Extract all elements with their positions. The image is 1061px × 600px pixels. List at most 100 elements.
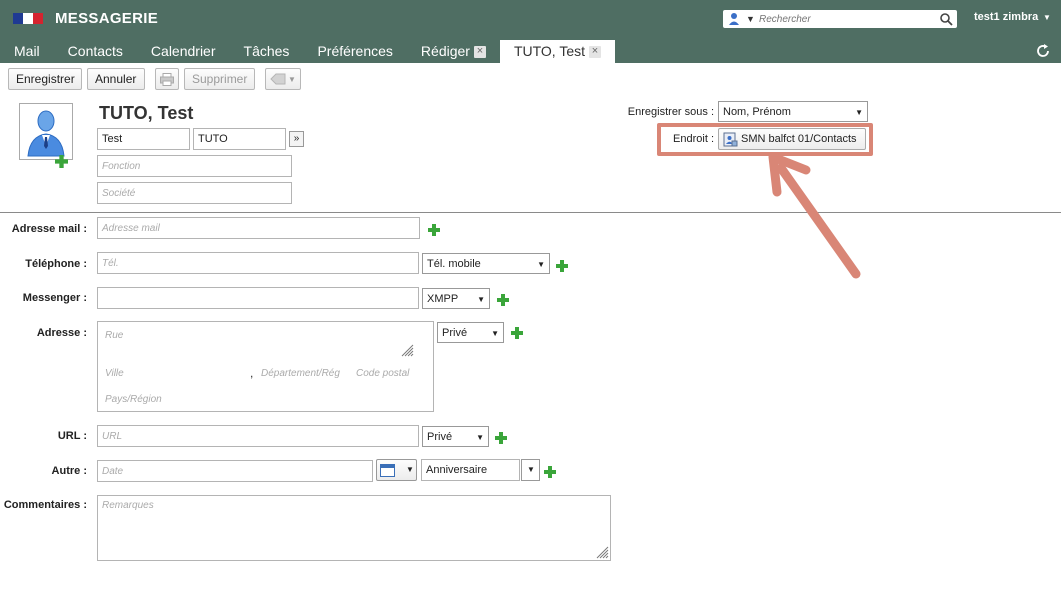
person-icon	[27, 110, 65, 157]
other-type-field[interactable]: Anniversaire	[421, 459, 520, 481]
chevron-down-icon: ▼	[406, 465, 414, 474]
comments-label: Commentaires :	[3, 499, 87, 511]
cancel-button[interactable]: Annuler	[87, 68, 145, 90]
messenger-type-select[interactable]: XMPP ▼	[422, 288, 490, 309]
tab-label: Contacts	[67, 43, 123, 59]
location-button[interactable]: SMN balfct 01/Contacts	[718, 128, 866, 150]
calendar-button[interactable]: ▼	[376, 459, 417, 481]
location-label: Endroit :	[673, 133, 714, 145]
address-type-select[interactable]: Privé ▼	[437, 322, 504, 343]
save-as-value: Nom, Prénom	[723, 105, 791, 118]
address-type-value: Privé	[442, 326, 468, 339]
street-field[interactable]: Rue	[105, 330, 123, 341]
tab-contact-edit[interactable]: TUTO, Test ×	[499, 40, 616, 63]
delete-button[interactable]: Supprimer	[184, 68, 255, 90]
first-name-field[interactable]: Test	[97, 128, 190, 150]
chevron-down-icon: ▼	[527, 465, 535, 474]
printer-icon	[160, 72, 174, 86]
chevron-down-icon: ▼	[288, 74, 296, 84]
email-field[interactable]: Adresse mail	[97, 217, 420, 239]
url-type-select[interactable]: Privé ▼	[422, 426, 489, 447]
app-title: MESSAGERIE	[55, 10, 159, 27]
comma-separator: ,	[250, 366, 254, 380]
tab-tasks[interactable]: Tâches	[230, 40, 304, 63]
calendar-icon	[380, 464, 395, 477]
comments-textarea[interactable]: Remarques	[97, 495, 611, 561]
tab-calendar[interactable]: Calendrier	[137, 40, 230, 63]
tab-mail[interactable]: Mail	[0, 40, 54, 63]
country-field[interactable]: Pays/Région	[105, 394, 162, 405]
chevron-down-icon[interactable]: ▼	[746, 14, 755, 24]
zip-field[interactable]: Code postal	[356, 368, 409, 379]
url-type-value: Privé	[427, 430, 453, 443]
address-label: Adresse :	[36, 327, 87, 339]
add-email-icon[interactable]	[428, 224, 440, 236]
url-label: URL :	[57, 430, 87, 442]
logo-flag-icon	[13, 13, 43, 24]
tab-label: Rédiger	[420, 43, 470, 59]
job-title-field[interactable]: Fonction	[97, 155, 292, 177]
phone-type-select[interactable]: Tél. mobile ▼	[422, 253, 550, 274]
add-messenger-icon[interactable]	[497, 294, 509, 306]
save-as-select[interactable]: Nom, Prénom ▼	[718, 101, 868, 122]
messenger-type-value: XMPP	[427, 292, 459, 305]
tab-label: Préférences	[317, 43, 393, 59]
tag-button[interactable]: ▼	[265, 68, 301, 90]
chevron-down-icon: ▼	[537, 260, 545, 269]
more-name-fields-button[interactable]: »	[289, 131, 304, 147]
company-field[interactable]: Société	[97, 182, 292, 204]
add-address-icon[interactable]	[511, 327, 523, 339]
date-field[interactable]: Date	[97, 460, 373, 482]
tab-label: Tâches	[243, 43, 290, 59]
contact-display-name: TUTO, Test	[99, 103, 194, 123]
other-label: Autre :	[51, 465, 87, 477]
section-divider	[0, 212, 1061, 213]
messenger-label: Messenger :	[22, 292, 87, 304]
add-url-icon[interactable]	[495, 432, 507, 444]
phone-type-value: Tél. mobile	[427, 257, 481, 270]
address-block: Rue Ville , Département/Rég Code postal …	[97, 321, 434, 412]
app-tabs: Mail Contacts Calendrier Tâches Préféren…	[0, 40, 616, 63]
chevron-down-icon: ▼	[491, 329, 499, 338]
add-other-icon[interactable]	[544, 466, 556, 478]
tab-preferences[interactable]: Préférences	[303, 40, 406, 63]
last-name-field[interactable]: TUTO	[193, 128, 286, 150]
tab-label: TUTO, Test	[513, 43, 586, 59]
search-bar[interactable]: ▼	[723, 10, 957, 28]
save-as-label: Enregistrer sous :	[627, 106, 714, 118]
avatar[interactable]	[19, 103, 73, 160]
chevron-down-icon[interactable]: ▼	[1043, 13, 1051, 22]
tab-compose[interactable]: Rédiger ×	[407, 40, 500, 63]
address-book-icon	[723, 132, 738, 147]
comments-placeholder: Remarques	[102, 500, 154, 511]
phone-field[interactable]: Tél.	[97, 252, 419, 274]
app-header: MESSAGERIE ▼ test1 zimbra ▼ Mail Contact…	[0, 0, 1061, 63]
tab-label: Mail	[14, 43, 40, 59]
chevron-down-icon: ▼	[855, 108, 863, 117]
url-field[interactable]: URL	[97, 425, 419, 447]
close-icon[interactable]: ×	[589, 46, 602, 58]
other-type-dropdown[interactable]: ▼	[521, 459, 540, 481]
tab-label: Calendrier	[150, 43, 216, 59]
chevron-down-icon: ▼	[477, 295, 485, 304]
messenger-field[interactable]	[97, 287, 419, 309]
chevron-down-icon: ▼	[476, 433, 484, 442]
refresh-icon[interactable]	[1035, 43, 1051, 59]
user-menu[interactable]: test1 zimbra	[974, 11, 1038, 23]
print-button[interactable]	[155, 68, 179, 90]
tag-icon	[270, 73, 286, 85]
resize-handle-icon[interactable]	[595, 545, 609, 559]
close-icon[interactable]: ×	[473, 46, 486, 58]
toolbar: Enregistrer Annuler Supprimer ▼	[0, 63, 1061, 95]
search-input[interactable]	[759, 11, 934, 27]
email-label: Adresse mail :	[11, 223, 87, 235]
search-icon[interactable]	[939, 12, 953, 26]
person-icon[interactable]	[728, 12, 740, 26]
add-phone-icon[interactable]	[556, 260, 568, 272]
city-field[interactable]: Ville	[105, 368, 124, 379]
save-button[interactable]: Enregistrer	[8, 68, 82, 90]
resize-handle-icon[interactable]	[400, 343, 414, 357]
region-field[interactable]: Département/Rég	[261, 368, 340, 379]
tab-contacts[interactable]: Contacts	[54, 40, 137, 63]
add-photo-icon[interactable]	[55, 155, 68, 168]
